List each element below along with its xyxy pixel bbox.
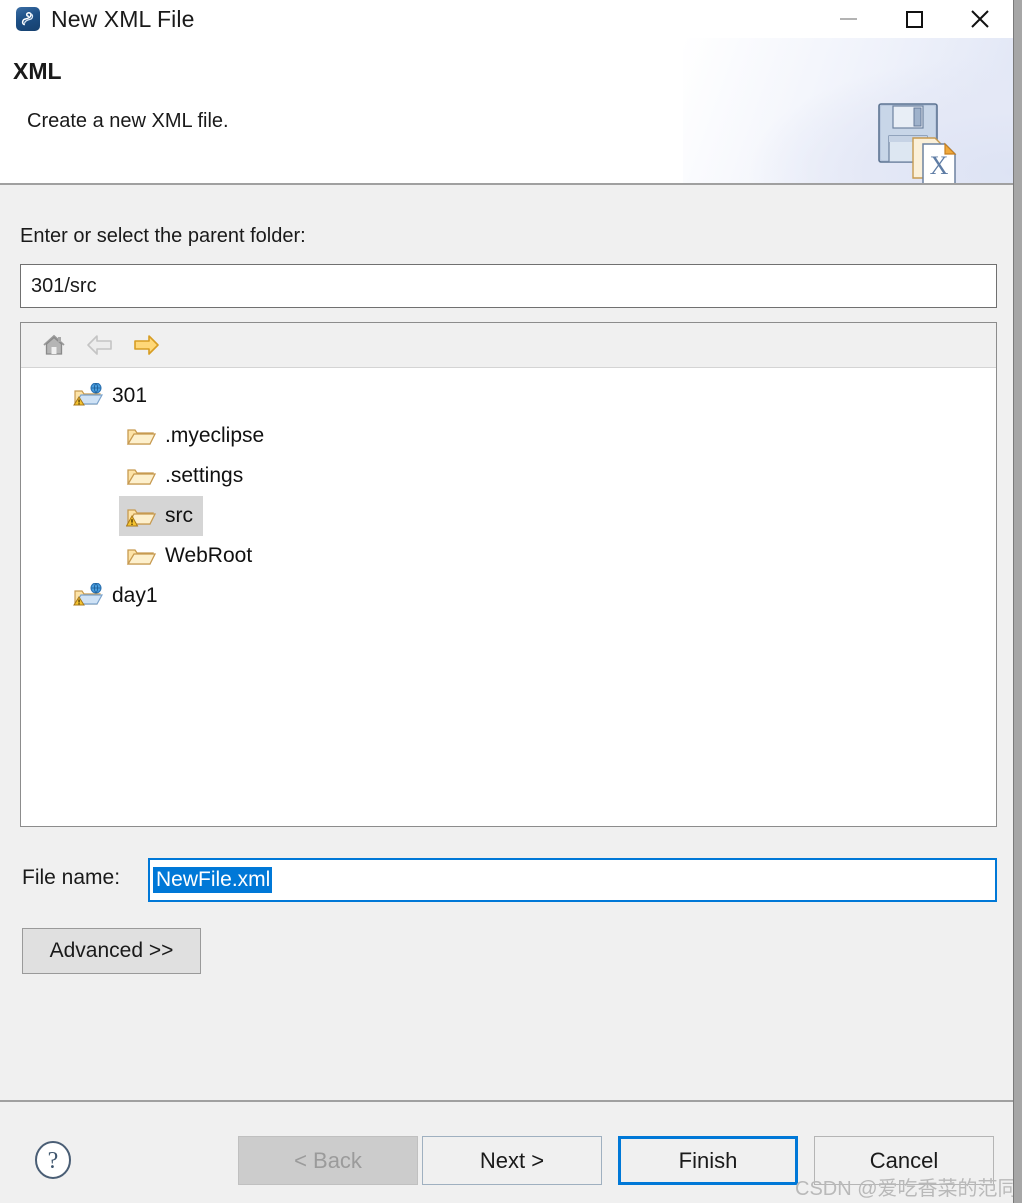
file-name-value: NewFile.xml — [153, 867, 273, 893]
tree-item-day1[interactable]: day1 — [21, 576, 996, 616]
home-icon[interactable] — [31, 326, 77, 364]
next-button-label: Next > — [479, 1147, 545, 1173]
page-scrollbar[interactable] — [1013, 0, 1022, 1203]
tree-item-label: 301 — [112, 384, 148, 407]
tree-item-label: day1 — [112, 584, 158, 607]
tree-item-301[interactable]: 301 — [21, 376, 996, 416]
file-name-input[interactable]: NewFile.xml — [148, 858, 997, 902]
tree-item-label: .settings — [165, 464, 244, 487]
cancel-button-label: Cancel — [869, 1147, 939, 1173]
project-folder-warning-icon — [73, 583, 103, 609]
tree-item-webroot[interactable]: WebRoot — [21, 536, 996, 576]
page-title: XML — [13, 58, 62, 84]
close-icon[interactable] — [947, 0, 1013, 38]
svg-text:X: X — [930, 151, 949, 180]
cancel-button[interactable]: Cancel — [814, 1136, 994, 1185]
project-folder-warning-icon — [73, 383, 103, 409]
maximize-icon[interactable] — [881, 0, 947, 38]
file-name-label: File name: — [22, 866, 121, 889]
folder-tree-panel[interactable]: 301 .myeclipse .settings src WebRoot day… — [20, 322, 997, 827]
window-title: New XML File — [51, 5, 195, 32]
advanced-button-label: Advanced >> — [49, 939, 174, 962]
forward-arrow-icon[interactable] — [123, 326, 169, 364]
wizard-header: XML Create a new XML file. X — [0, 38, 1013, 184]
folder-open-icon — [126, 423, 156, 449]
parent-folder-value: 301/src — [31, 274, 97, 297]
finish-button-label: Finish — [678, 1147, 738, 1173]
back-button[interactable]: < Back — [238, 1136, 418, 1185]
folder-open-warning-icon — [126, 503, 156, 529]
new-xml-file-dialog: New XML File XML Create a new XML file. — [0, 0, 1022, 1203]
finish-button[interactable]: Finish — [618, 1136, 798, 1185]
minimize-icon[interactable] — [815, 0, 881, 38]
parent-folder-input[interactable]: 301/src — [20, 264, 997, 308]
svg-text:?: ? — [48, 1148, 59, 1174]
tree-item-src[interactable]: src — [21, 496, 996, 536]
next-button[interactable]: Next > — [422, 1136, 602, 1185]
window-controls — [815, 0, 1013, 38]
folder-open-icon — [126, 543, 156, 569]
parent-folder-label: Enter or select the parent folder: — [20, 225, 306, 247]
tree-item-label: WebRoot — [165, 544, 253, 567]
tree-item-label: .myeclipse — [165, 424, 265, 447]
xml-wizard-icon — [16, 7, 40, 31]
back-arrow-icon — [77, 326, 123, 364]
floppy-disk-xml-document-icon: X — [873, 98, 973, 184]
page-description: Create a new XML file. — [27, 110, 229, 132]
title-bar: New XML File — [0, 0, 1013, 38]
tree-toolbar — [21, 323, 996, 368]
folder-open-icon — [126, 463, 156, 489]
back-button-label: < Back — [294, 1147, 362, 1173]
tree-item-myeclipse[interactable]: .myeclipse — [21, 416, 996, 456]
advanced-button[interactable]: Advanced >> — [22, 928, 201, 974]
tree-item-label: src — [165, 504, 193, 527]
tree-item-settings[interactable]: .settings — [21, 456, 996, 496]
help-question-icon[interactable]: ? — [33, 1140, 73, 1180]
folder-tree: 301 .myeclipse .settings src WebRoot day… — [21, 368, 996, 616]
